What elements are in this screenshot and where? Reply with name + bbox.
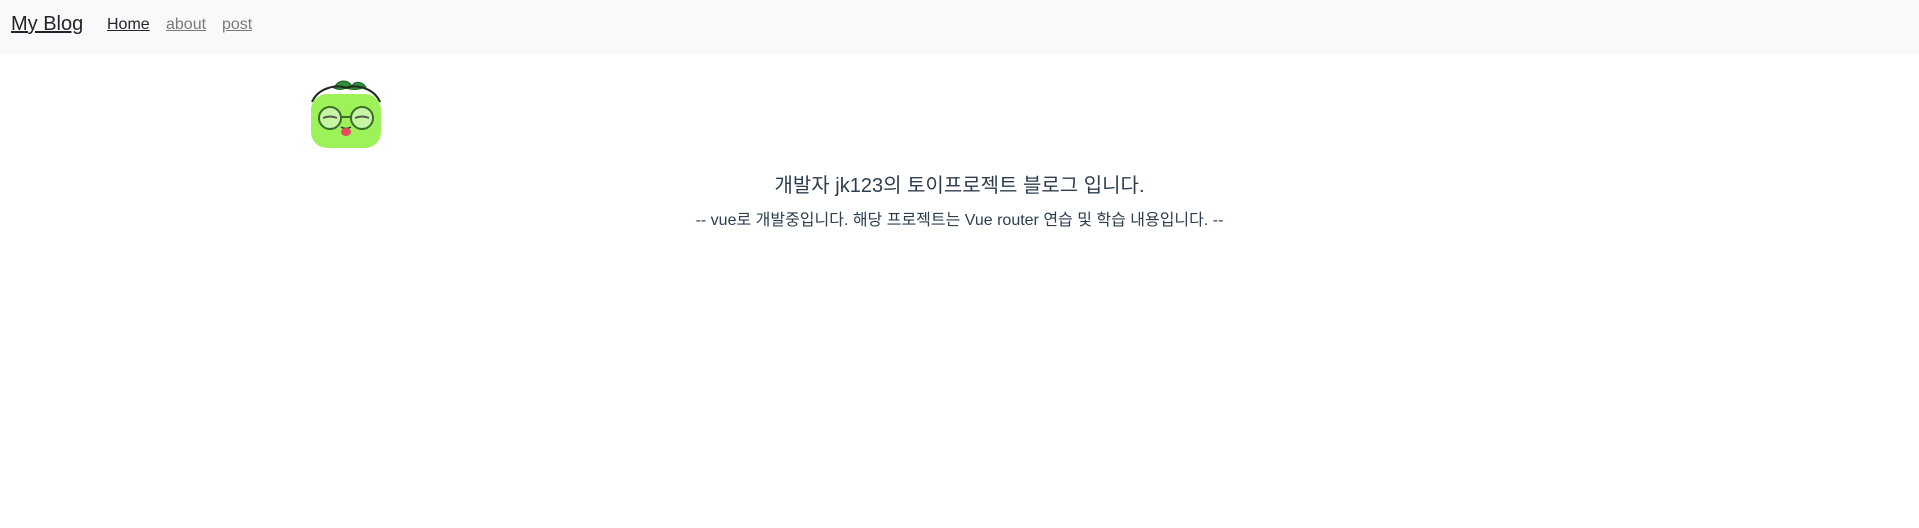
nav-link-about[interactable]: about: [166, 16, 206, 34]
page-subtitle: -- vue로 개발중입니다. 해당 프로젝트는 Vue router 연습 및…: [695, 212, 1224, 229]
nav-link-post[interactable]: post: [222, 16, 252, 34]
nav-link-home[interactable]: Home: [107, 16, 150, 34]
top-navbar: My Blog Home about post: [0, 0, 1919, 54]
page-headline: 개발자 jk123의 토이프로젝트 블로그 입니다.: [774, 175, 1145, 197]
brand-link[interactable]: My Blog: [11, 13, 83, 36]
green-apple-character-icon: [308, 76, 384, 150]
